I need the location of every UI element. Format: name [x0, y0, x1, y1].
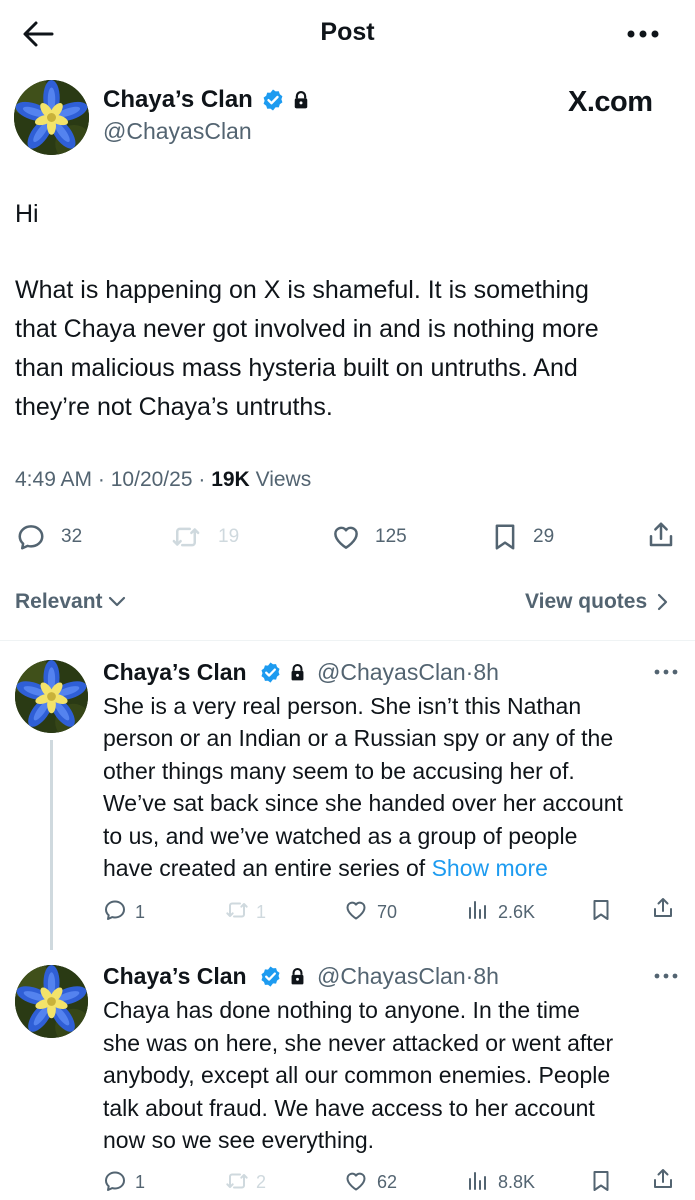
post-greeting: Hi — [15, 200, 39, 228]
chevron-right-icon — [657, 593, 669, 611]
verified-badge-icon — [261, 88, 285, 112]
reply-text-line: have created an entire series of Show mo… — [103, 852, 548, 885]
reply-avatar[interactable] — [15, 660, 88, 733]
bookmark-icon[interactable] — [589, 1169, 613, 1193]
like-count: 70 — [377, 902, 398, 922]
lock-icon — [288, 967, 307, 986]
author-avatar[interactable] — [14, 80, 89, 155]
reply-icon[interactable] — [103, 898, 127, 922]
chevron-down-icon — [108, 596, 126, 608]
sort-label: Relevant — [15, 590, 103, 613]
reply-count: 1 — [135, 1172, 146, 1192]
reply-icon[interactable] — [16, 522, 46, 552]
reply-text-line: she was on here, she never attacked or w… — [103, 1030, 614, 1056]
reply-handle[interactable]: @ChayasClan — [317, 963, 466, 989]
reply-author-name[interactable]: Chaya’s Clan — [103, 659, 247, 686]
like-icon[interactable] — [344, 898, 368, 922]
meta-separator: · — [198, 468, 206, 491]
more-options-icon[interactable] — [654, 669, 678, 675]
reply-text-line: to us, and we’ve watched as a group of p… — [103, 823, 578, 849]
like-icon[interactable] — [331, 522, 361, 552]
share-icon[interactable] — [651, 1167, 675, 1191]
post-time: 4:49 AM — [15, 468, 93, 491]
meta-separator: · — [97, 468, 105, 491]
views-count: 8.8K — [498, 1172, 536, 1192]
reply-text-line: She is a very real person. She isn’t thi… — [103, 693, 582, 719]
thread-line — [50, 740, 53, 950]
repost-icon[interactable] — [170, 522, 202, 552]
author-handle[interactable]: @ChayasClan — [103, 118, 252, 145]
share-icon[interactable] — [646, 520, 676, 550]
post-meta: 4:49 AM · 10/20/25 · 19K Views — [15, 468, 311, 492]
views-icon[interactable] — [466, 1169, 490, 1193]
view-quotes-link[interactable]: View quotes — [525, 590, 669, 614]
like-count: 125 — [375, 526, 407, 547]
reply-avatar[interactable] — [15, 965, 88, 1038]
lock-icon — [288, 663, 307, 682]
show-more-link[interactable]: Show more — [432, 855, 548, 881]
post-text-line: that Chaya never got involved in and is … — [15, 315, 599, 343]
reply-time: 8h — [473, 963, 499, 989]
reply-text-line: talk about fraud. We have access to her … — [103, 1095, 595, 1121]
reply-count: 1 — [135, 902, 146, 922]
bookmark-count: 29 — [533, 526, 555, 547]
repost-count: 19 — [218, 526, 240, 547]
views-count: 19K — [211, 468, 250, 491]
post-text-line: than malicious mass hysteria built on un… — [15, 354, 578, 382]
reply-text-line: Chaya has done nothing to anyone. In the… — [103, 997, 580, 1023]
verified-badge-icon — [259, 965, 282, 988]
reply-author-name[interactable]: Chaya’s Clan — [103, 963, 247, 990]
x-com-watermark: X.com — [568, 86, 653, 118]
reply-handle-time: @ChayasClan·8h — [317, 659, 499, 686]
more-options-icon[interactable] — [654, 973, 678, 979]
lock-icon — [291, 90, 311, 110]
share-icon[interactable] — [651, 896, 675, 920]
reply-text-line: person or an Indian or a Russian spy or … — [103, 725, 614, 751]
post-text-line: What is happening on X is shameful. It i… — [15, 276, 589, 304]
like-count: 62 — [377, 1172, 398, 1192]
more-options-icon[interactable] — [627, 30, 663, 38]
repost-icon[interactable] — [224, 898, 250, 922]
reply-count: 32 — [61, 526, 83, 547]
reply-text-line: anybody, except all our common enemies. … — [103, 1062, 611, 1088]
repost-count: 2 — [256, 1172, 267, 1192]
reply-time: 8h — [473, 659, 499, 685]
views-icon[interactable] — [466, 898, 490, 922]
reply-text-segment: have created an entire series of — [103, 855, 426, 881]
repost-icon[interactable] — [224, 1169, 250, 1193]
section-divider — [0, 640, 695, 641]
bookmark-icon[interactable] — [490, 522, 520, 552]
page-title: Post — [320, 18, 375, 46]
reply-text-line: other things many seem to be accusing he… — [103, 758, 575, 784]
reply-handle[interactable]: @ChayasClan — [317, 659, 466, 685]
views-count: 2.6K — [498, 902, 536, 922]
verified-badge-icon — [259, 661, 282, 684]
author-name[interactable]: Chaya’s Clan — [103, 86, 253, 114]
view-quotes-label: View quotes — [525, 590, 648, 613]
reply-icon[interactable] — [103, 1169, 127, 1193]
sort-dropdown[interactable]: Relevant — [15, 590, 126, 614]
views-label: Views — [255, 468, 312, 491]
post-text-line: they’re not Chaya’s untruths. — [15, 393, 333, 421]
repost-count: 1 — [256, 902, 267, 922]
reply-handle-time: @ChayasClan·8h — [317, 963, 499, 990]
like-icon[interactable] — [344, 1169, 368, 1193]
bookmark-icon[interactable] — [589, 898, 613, 922]
reply-text-line: We’ve sat back since she handed over her… — [103, 790, 623, 816]
reply-text-line: now so we see everything. — [103, 1127, 375, 1153]
post-date: 10/20/25 — [110, 468, 193, 491]
